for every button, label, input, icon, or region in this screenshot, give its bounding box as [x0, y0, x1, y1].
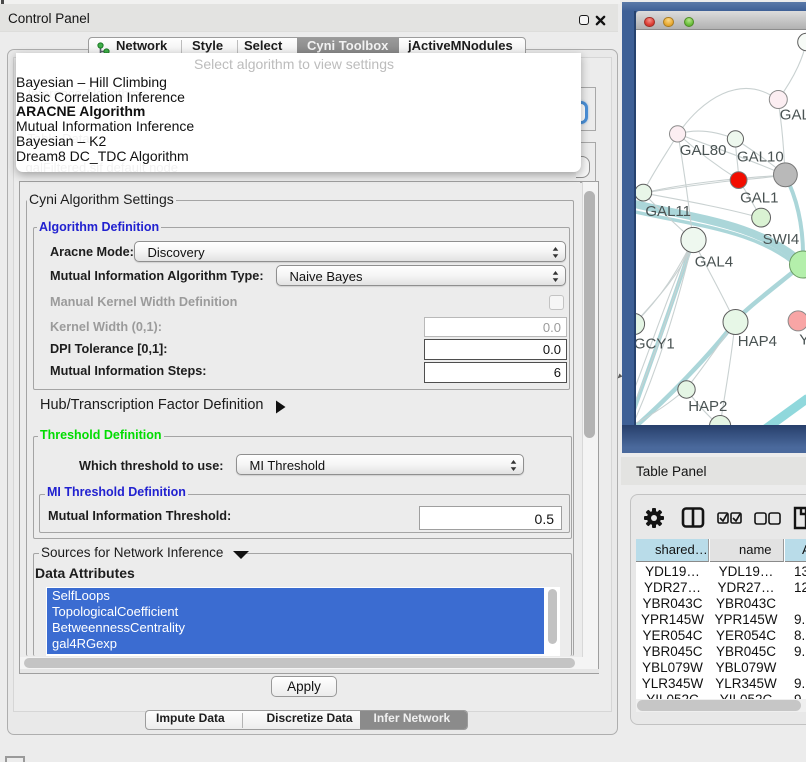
svg-text:Y: Y	[799, 332, 806, 349]
svg-text:GAL11: GAL11	[645, 203, 691, 220]
svg-text:SWI4: SWI4	[763, 231, 800, 248]
svg-text:HAP4: HAP4	[738, 333, 777, 350]
svg-text:GAL1: GAL1	[740, 190, 778, 207]
svg-text:GAL7: GAL7	[780, 107, 806, 124]
svg-text:GAL80: GAL80	[680, 142, 727, 159]
svg-text:GAL4: GAL4	[695, 254, 733, 271]
svg-text:GAL10: GAL10	[737, 148, 784, 165]
svg-text:HAP2: HAP2	[688, 398, 727, 415]
svg-text:GCY1: GCY1	[636, 336, 675, 353]
